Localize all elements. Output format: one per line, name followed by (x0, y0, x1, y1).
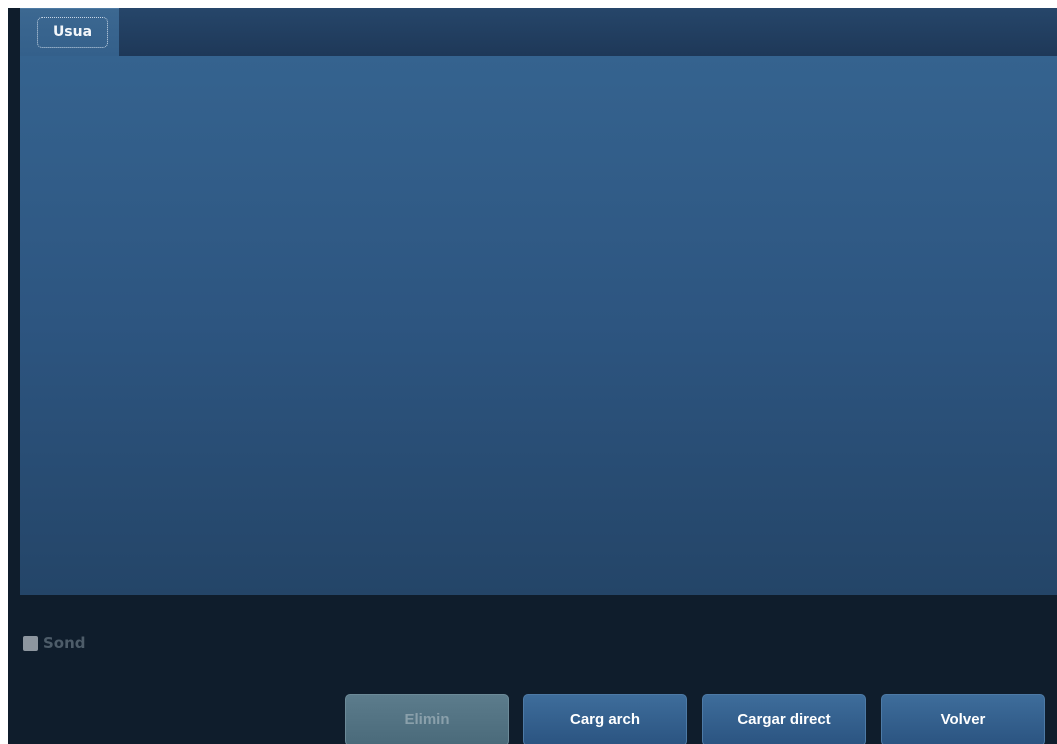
tab-user[interactable]: Usua (20, 8, 119, 56)
load-file-button[interactable]: Carg arch (523, 694, 687, 744)
probe-checkbox[interactable]: Sond (23, 635, 86, 651)
back-button[interactable]: Volver (881, 694, 1045, 744)
checkbox-icon[interactable] (23, 635, 38, 651)
content-panel (20, 56, 1057, 595)
probe-checkbox-label: Sond (43, 634, 86, 652)
load-direct-button[interactable]: Cargar direct (702, 694, 866, 744)
delete-button[interactable]: Elimin (345, 694, 509, 744)
tab-user-label[interactable]: Usua (37, 17, 108, 48)
preset-dialog: Usua Sond Elimin Carg arch Cargar direct… (8, 8, 1057, 744)
tab-strip (20, 8, 1057, 56)
